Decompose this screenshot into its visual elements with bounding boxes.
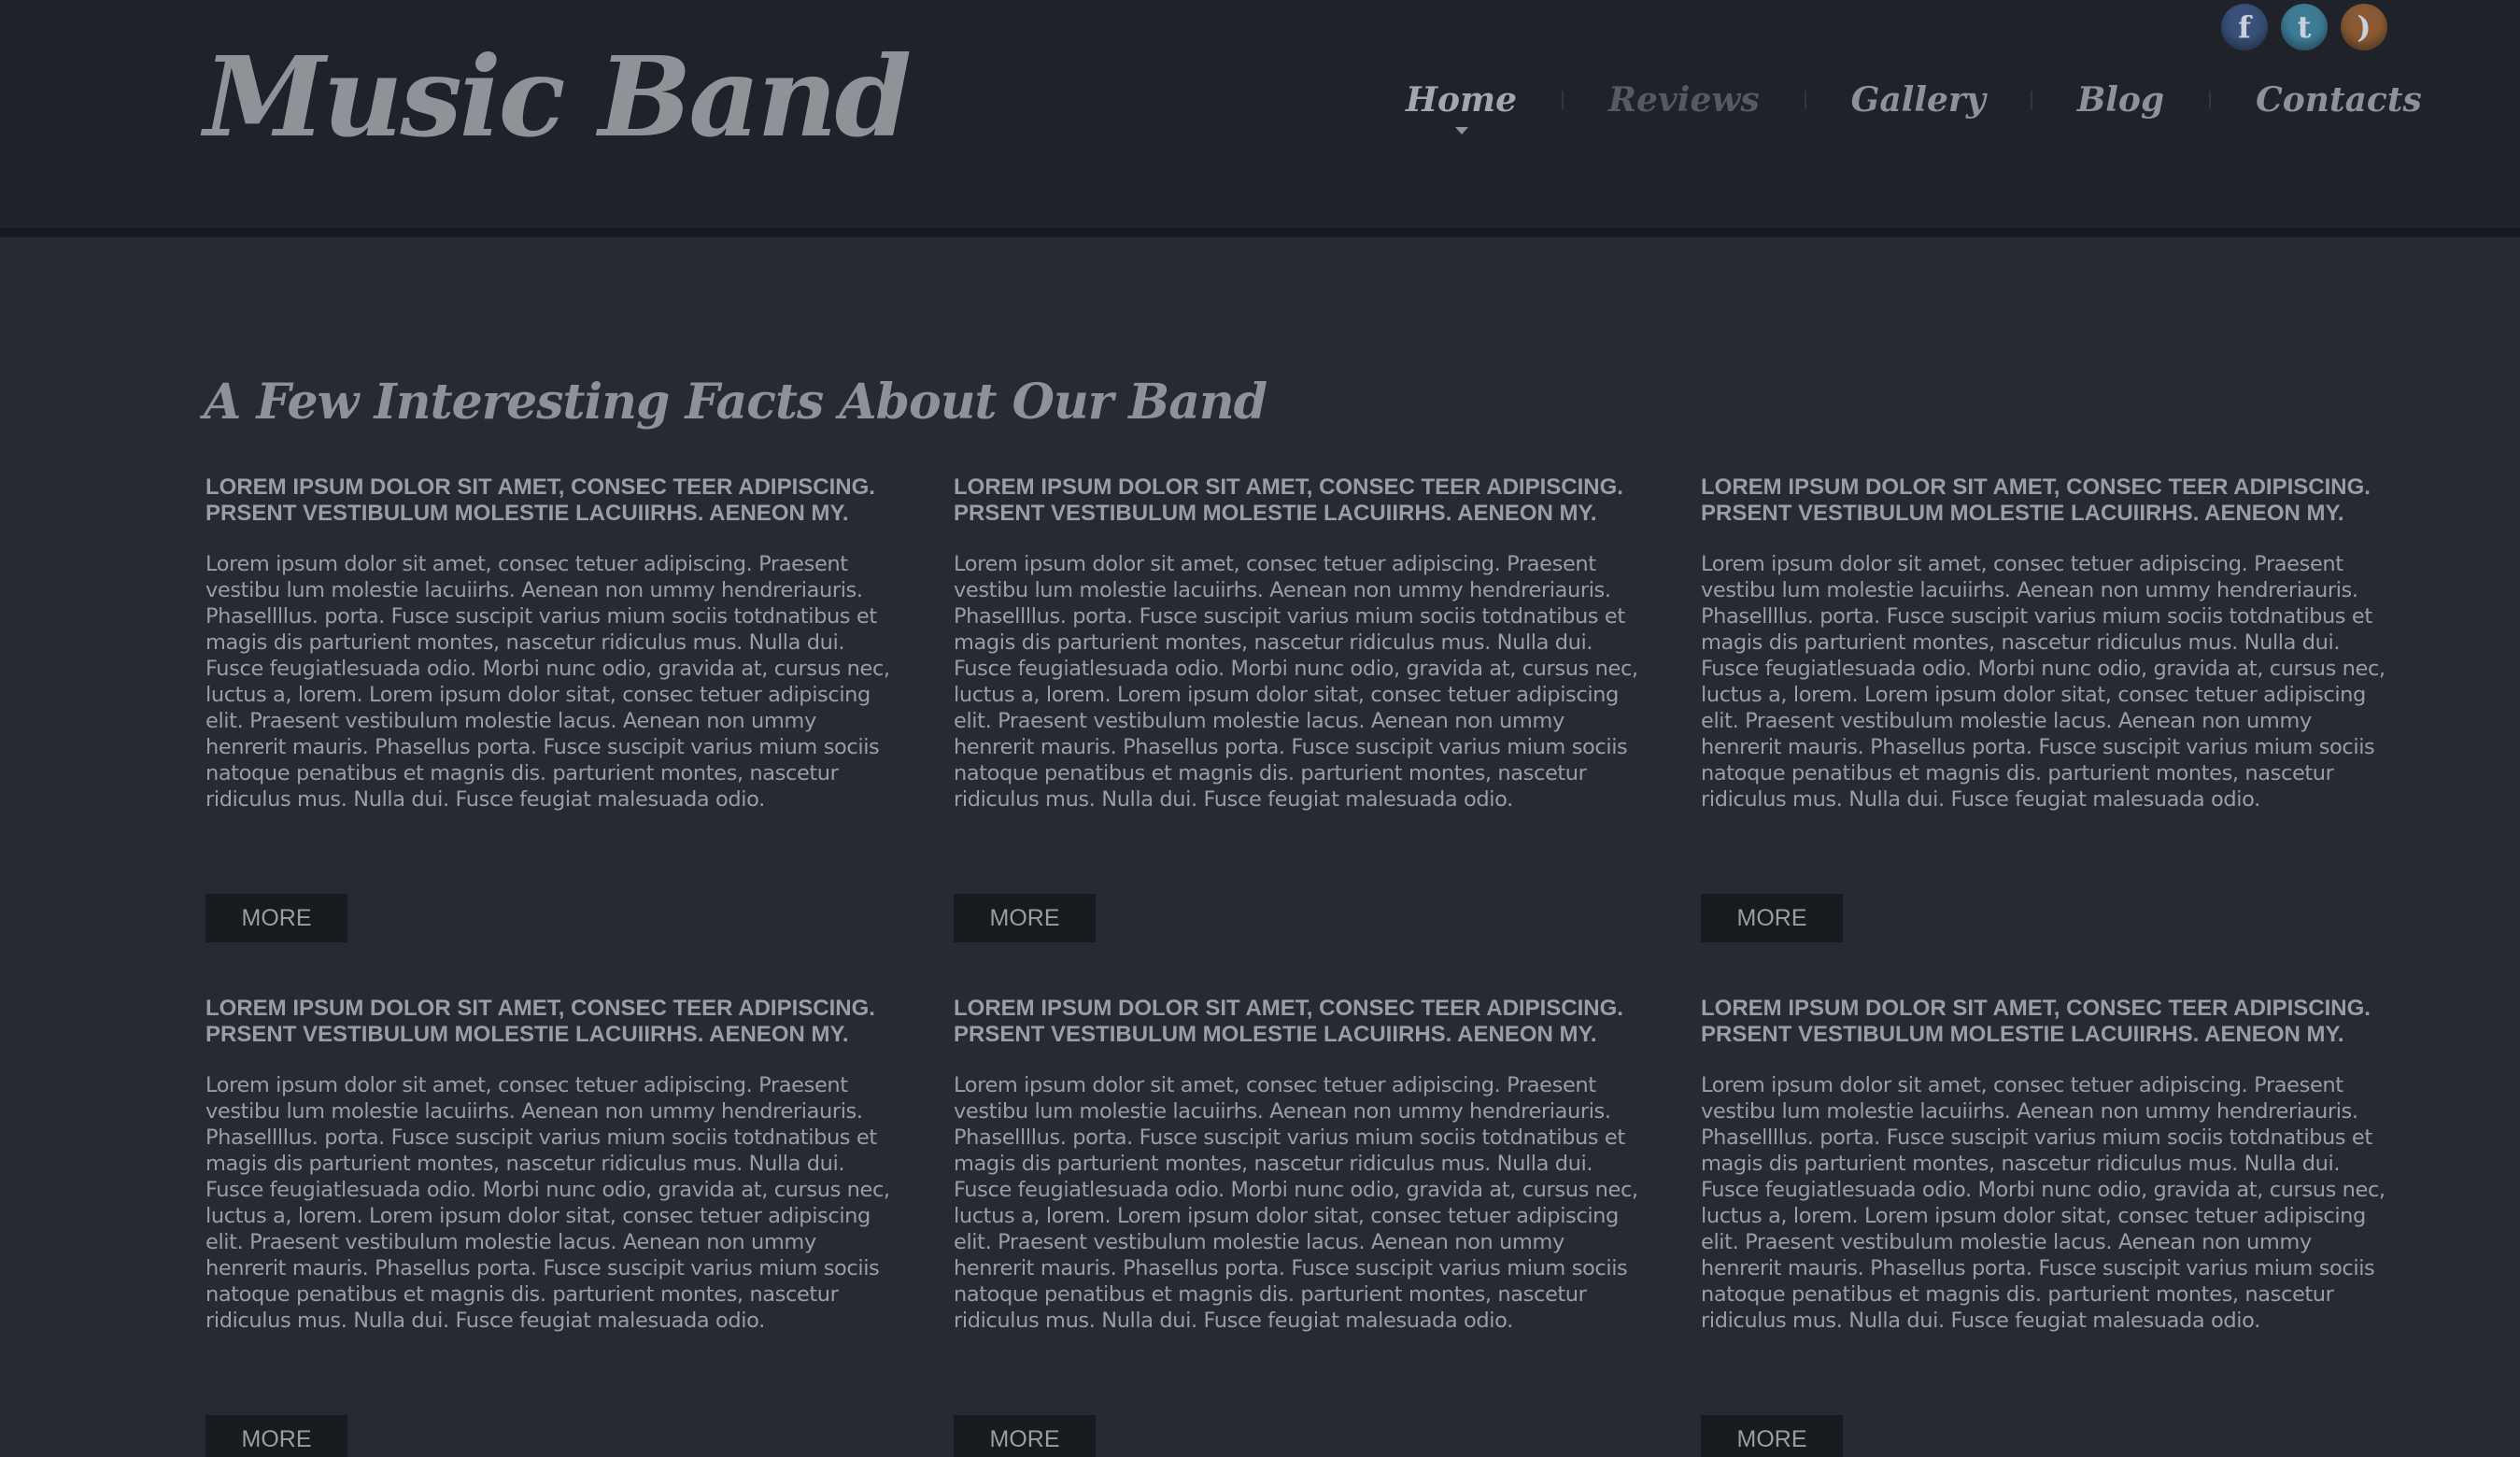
twitter-icon[interactable]: t: [2281, 4, 2328, 50]
more-button[interactable]: MORE: [1701, 1415, 1843, 1457]
card-text: Lorem ipsum dolor sit amet, consec tetue…: [954, 552, 1638, 812]
card-text: Lorem ipsum dolor sit amet, consec tetue…: [205, 1073, 890, 1333]
fact-card: LOREM IPSUM DOLOR SIT AMET, CONSEC TEER …: [1701, 996, 2392, 1457]
card-title: LOREM IPSUM DOLOR SIT AMET, CONSEC TEER …: [1701, 996, 2371, 1047]
card-title: LOREM IPSUM DOLOR SIT AMET, CONSEC TEER …: [954, 474, 1623, 526]
site-header: Music Band f t ) Home Reviews Gallery Bl…: [0, 0, 2520, 237]
card-title: LOREM IPSUM DOLOR SIT AMET, CONSEC TEER …: [205, 474, 875, 526]
more-button[interactable]: MORE: [1701, 894, 1843, 942]
card-text: Lorem ipsum dolor sit amet, consec tetue…: [205, 552, 890, 812]
fact-card: LOREM IPSUM DOLOR SIT AMET, CONSEC TEER …: [1701, 474, 2392, 945]
card-text: Lorem ipsum dolor sit amet, consec tetue…: [1701, 552, 2386, 812]
card-title: LOREM IPSUM DOLOR SIT AMET, CONSEC TEER …: [954, 996, 1623, 1047]
site-logo[interactable]: Music Band: [204, 34, 912, 161]
card-text: Lorem ipsum dolor sit amet, consec tetue…: [1701, 1073, 2386, 1333]
nav-item-blog[interactable]: Blog: [2077, 80, 2164, 120]
active-caret-icon: [1454, 127, 1468, 134]
rss-icon[interactable]: ): [2341, 4, 2387, 50]
fact-card: LOREM IPSUM DOLOR SIT AMET, CONSEC TEER …: [205, 996, 897, 1457]
more-button[interactable]: MORE: [205, 1415, 347, 1457]
fact-card: LOREM IPSUM DOLOR SIT AMET, CONSEC TEER …: [954, 474, 1645, 945]
card-text: Lorem ipsum dolor sit amet, consec tetue…: [954, 1073, 1638, 1333]
nav-divider: [2030, 91, 2032, 109]
fact-card: LOREM IPSUM DOLOR SIT AMET, CONSEC TEER …: [205, 474, 897, 945]
nav-item-label: Reviews: [1608, 80, 1760, 120]
page-heading: A Few Interesting Facts About Our Band: [204, 374, 1267, 431]
more-button[interactable]: MORE: [954, 1415, 1096, 1457]
card-title: LOREM IPSUM DOLOR SIT AMET, CONSEC TEER …: [205, 996, 875, 1047]
nav-divider: [1562, 91, 1564, 109]
nav-divider: [2209, 91, 2212, 109]
facebook-icon[interactable]: f: [2221, 4, 2268, 50]
more-button[interactable]: MORE: [954, 894, 1096, 942]
nav-item-label: Contacts: [2256, 80, 2422, 120]
nav-item-gallery[interactable]: Gallery: [1851, 80, 1986, 120]
nav-item-label: Blog: [2076, 80, 2165, 120]
fact-card: LOREM IPSUM DOLOR SIT AMET, CONSEC TEER …: [954, 996, 1645, 1457]
nav-item-label: Gallery: [1850, 80, 1986, 120]
more-button[interactable]: MORE: [205, 894, 347, 942]
nav-item-reviews[interactable]: Reviews: [1608, 80, 1760, 120]
nav-item-label: Home: [1406, 80, 1518, 120]
social-links: f t ): [2221, 4, 2387, 50]
nav-item-contacts[interactable]: Contacts: [2256, 80, 2422, 120]
card-title: LOREM IPSUM DOLOR SIT AMET, CONSEC TEER …: [1701, 474, 2371, 526]
nav-divider: [1804, 91, 1806, 109]
main-nav: Home Reviews Gallery Blog Contacts: [1406, 80, 2422, 134]
nav-item-home[interactable]: Home: [1406, 80, 1518, 134]
